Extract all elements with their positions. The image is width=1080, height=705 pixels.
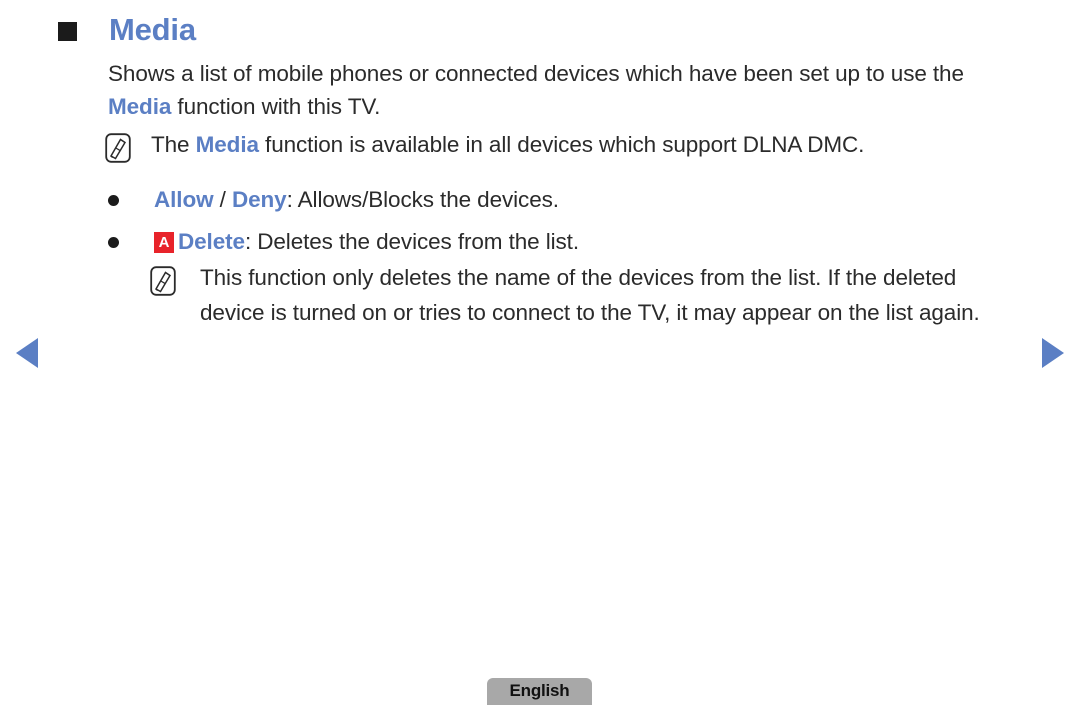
- note-pen-icon: [150, 266, 176, 296]
- language-button[interactable]: English: [487, 678, 592, 705]
- note1-part2: function is available in all devices whi…: [258, 132, 865, 157]
- note1-highlight-media: Media: [195, 132, 259, 157]
- label-allow: Allow: [154, 187, 214, 212]
- note-block-dlna: The Media function is available in all d…: [105, 131, 1020, 163]
- note-text: This function only deletes the name of t…: [200, 265, 980, 325]
- square-bullet-icon: [58, 22, 77, 41]
- round-dot-bullet-icon: [108, 195, 119, 206]
- note1-part1: The: [151, 132, 196, 157]
- note-pen-icon: [105, 133, 131, 163]
- label-delete: Delete: [178, 229, 245, 254]
- label-separator: /: [213, 187, 232, 212]
- remote-key-a-badge: A: [154, 232, 174, 253]
- label-deny: Deny: [231, 187, 287, 212]
- delete-description: : Deletes the devices from the list.: [244, 229, 579, 254]
- intro-paragraph: Shows a list of mobile phones or connect…: [108, 57, 1018, 123]
- allow-deny-description: : Allows/Blocks the devices.: [286, 187, 559, 212]
- bullet-item-delete: A Delete: Deletes the devices from the li…: [108, 225, 1008, 258]
- page-heading: Media: [58, 14, 196, 45]
- intro-text-part2: function with this TV.: [171, 94, 381, 119]
- manual-page: Media Shows a list of mobile phones or c…: [0, 0, 1080, 705]
- intro-highlight-media: Media: [108, 94, 172, 119]
- triangle-left-icon[interactable]: [16, 338, 38, 368]
- triangle-right-icon[interactable]: [1042, 338, 1064, 368]
- note-text: The Media function is available in all d…: [151, 127, 864, 162]
- bullet-text: Allow / Deny: Allows/Blocks the devices.: [154, 183, 559, 216]
- note-block-delete-behavior: This function only deletes the name of t…: [150, 264, 1020, 330]
- intro-text-part1: Shows a list of mobile phones or connect…: [108, 61, 964, 86]
- round-dot-bullet-icon: [108, 237, 119, 248]
- bullet-item-allow-deny: Allow / Deny: Allows/Blocks the devices.: [108, 183, 1008, 216]
- bullet-text: A Delete: Deletes the devices from the li…: [154, 225, 579, 258]
- page-title: Media: [109, 12, 196, 47]
